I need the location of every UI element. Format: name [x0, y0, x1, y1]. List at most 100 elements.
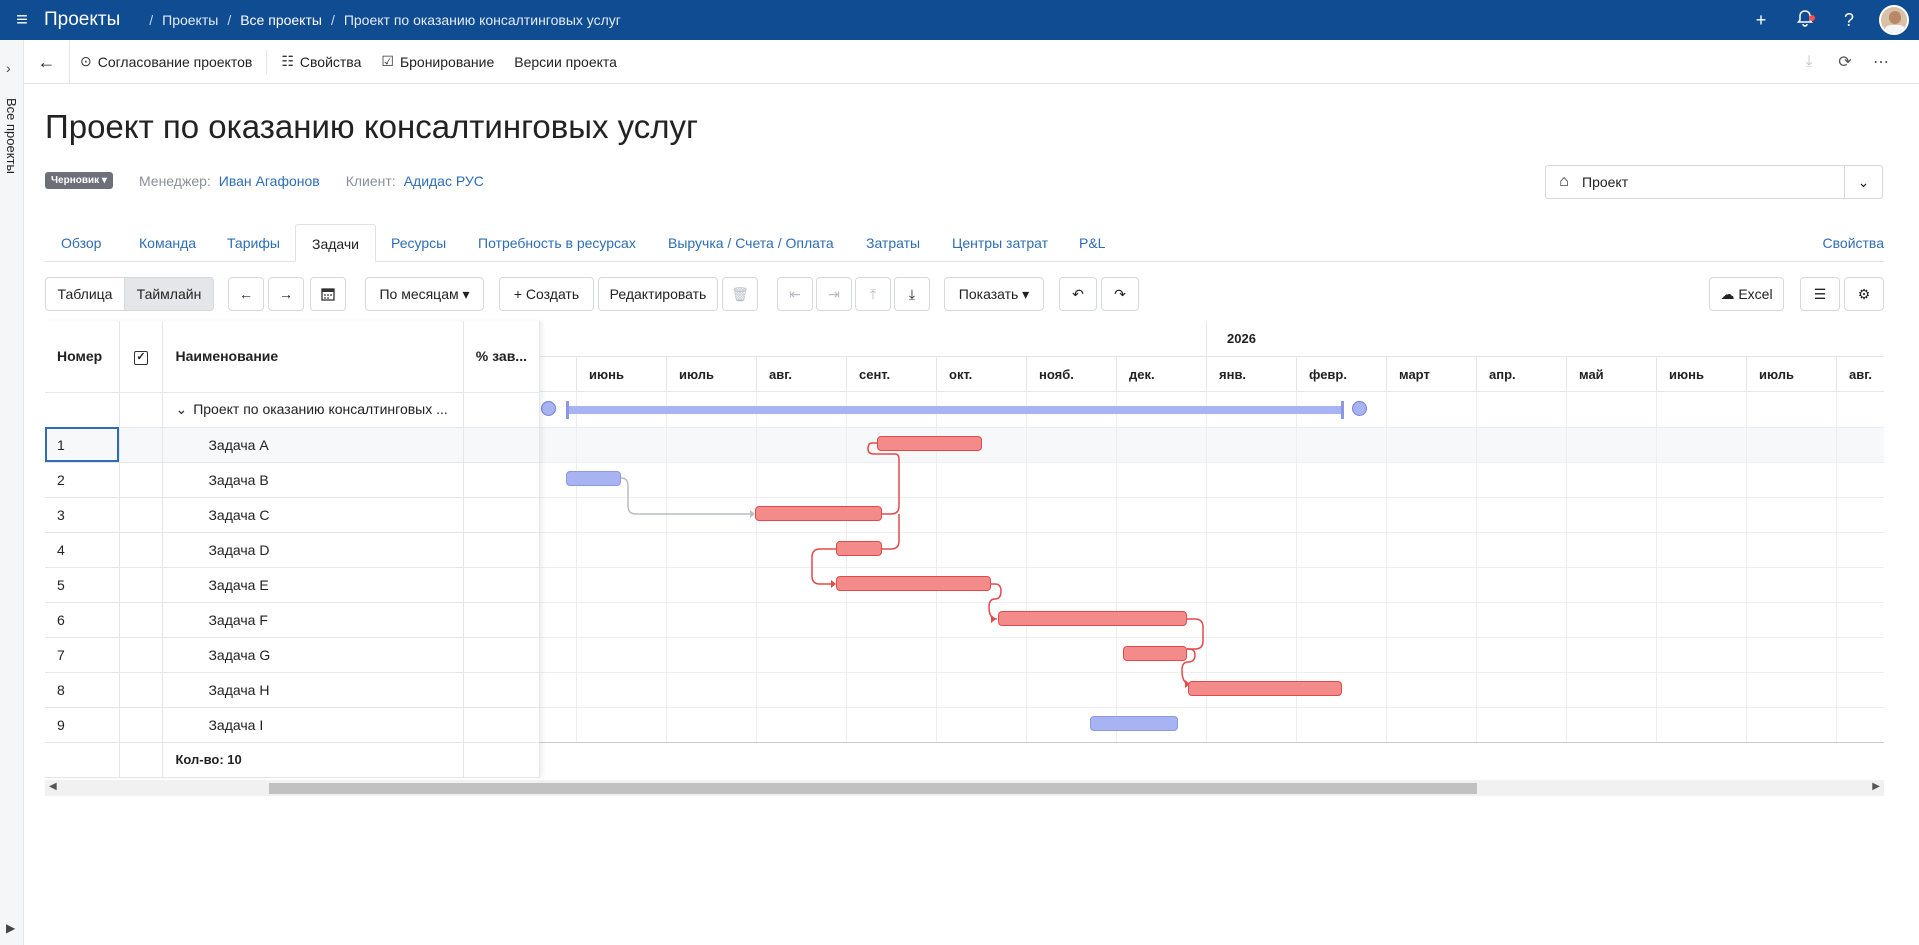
cell-percent[interactable] — [463, 462, 541, 498]
cell-name[interactable]: Задача E — [162, 567, 464, 603]
task-bar-a[interactable] — [877, 436, 982, 451]
tab-revenue[interactable]: Выручка / Счета / Оплата — [652, 224, 850, 262]
cell-name[interactable]: ⌄ Проект по оказанию консалтинговых ... — [162, 392, 464, 428]
column-header-percent[interactable]: % зав... — [463, 321, 541, 393]
column-header-number[interactable]: Номер — [45, 321, 120, 393]
show-dropdown[interactable]: Показать ▾ — [944, 277, 1044, 311]
task-bar-i[interactable] — [1090, 716, 1178, 731]
cell-number[interactable]: 9 — [45, 707, 120, 743]
scale-dropdown[interactable]: По месяцам ▾ — [365, 277, 484, 311]
cell-name[interactable]: Задача F — [162, 602, 464, 638]
edit-button[interactable]: Редактировать — [598, 277, 718, 311]
arrow-right-icon[interactable]: → — [268, 277, 304, 311]
delete-trash-icon[interactable]: 🗑 — [722, 277, 758, 311]
undo-icon[interactable]: ↶ — [1059, 277, 1097, 311]
task-bar-d[interactable] — [836, 541, 882, 556]
cell-select[interactable] — [119, 392, 164, 428]
cell-select[interactable] — [119, 672, 164, 708]
tab-resource-demand[interactable]: Потребность в ресурсах — [462, 224, 652, 262]
tab-resources[interactable]: Ресурсы — [375, 224, 462, 262]
cell-number[interactable]: 2 — [45, 462, 120, 498]
cell-percent[interactable] — [463, 427, 541, 463]
cell-name[interactable]: Задача B — [162, 462, 464, 498]
back-arrow-icon[interactable]: ← — [24, 39, 70, 84]
breadcrumb-all-projects[interactable]: Все проекты — [240, 12, 322, 28]
horizontal-scrollbar[interactable]: ◀ ▶ — [45, 780, 1884, 796]
collapse-arrow-icon[interactable]: ▶ — [6, 921, 15, 935]
cell-number[interactable]: 3 — [45, 497, 120, 533]
scroll-left-arrow-icon[interactable]: ◀ — [49, 781, 57, 792]
cell-select[interactable] — [119, 637, 164, 673]
add-icon[interactable]: + — [1739, 10, 1783, 31]
booking-button[interactable]: ☑ Бронирование — [381, 53, 494, 70]
user-avatar[interactable] — [1879, 5, 1909, 35]
scrollbar-thumb[interactable] — [269, 783, 1477, 794]
tab-pl[interactable]: P&L — [1063, 224, 1121, 262]
tab-cost-centers[interactable]: Центры затрат — [936, 224, 1064, 262]
cell-select[interactable] — [119, 602, 164, 638]
cell-percent[interactable] — [463, 532, 541, 568]
tab-tasks[interactable]: Задачи — [295, 224, 377, 262]
rail-label[interactable]: Все проекты — [4, 98, 19, 174]
cell-number[interactable]: 7 — [45, 637, 120, 673]
cell-select[interactable] — [119, 567, 164, 603]
cell-percent[interactable] — [463, 567, 541, 603]
tab-costs[interactable]: Затраты — [850, 224, 936, 262]
manager-link[interactable]: Иван Агафонов — [219, 173, 320, 189]
cell-percent[interactable] — [463, 637, 541, 673]
cell-name[interactable]: Задача D — [162, 532, 464, 568]
cell-number[interactable]: 8 — [45, 672, 120, 708]
column-header-select[interactable]: ✓ — [119, 321, 164, 393]
cell-select[interactable] — [119, 427, 164, 463]
cell-select[interactable] — [119, 462, 164, 498]
cell-name[interactable]: Задача C — [162, 497, 464, 533]
dependency-link-f-g[interactable] — [1187, 618, 1204, 650]
chevron-down-icon[interactable]: ⌄ — [175, 401, 187, 417]
table-row-summary[interactable]: ⌄ Проект по оказанию консалтинговых ... — [45, 392, 541, 428]
cell-percent[interactable] — [463, 672, 541, 708]
table-row[interactable]: 3 Задача C — [45, 497, 541, 533]
column-header-name[interactable]: Наименование — [162, 321, 464, 393]
table-row[interactable]: 9 Задача I — [45, 707, 541, 743]
outdent-icon[interactable]: ⇤ — [777, 277, 813, 311]
table-row[interactable]: 6 Задача F — [45, 602, 541, 638]
table-row[interactable]: 1 Задача A — [45, 427, 541, 463]
properties-button[interactable]: ☷ Свойства — [281, 53, 361, 70]
cell-percent[interactable] — [463, 392, 541, 428]
checkbox-icon[interactable]: ✓ — [133, 351, 148, 366]
move-down-icon[interactable]: ⤓ — [894, 277, 930, 311]
help-icon[interactable]: ? — [1827, 10, 1871, 31]
scroll-right-arrow-icon[interactable]: ▶ — [1872, 781, 1880, 792]
hamburger-menu-icon[interactable]: ≡ — [0, 9, 44, 32]
columns-settings-icon[interactable]: ☰ — [1800, 277, 1840, 311]
tab-properties[interactable]: Свойства — [1807, 224, 1900, 262]
cell-name[interactable]: Задача G — [162, 637, 464, 673]
app-title[interactable]: Проекты — [44, 9, 120, 31]
cell-percent[interactable] — [463, 602, 541, 638]
table-row[interactable]: 7 Задача G — [45, 637, 541, 673]
cell-name[interactable]: Задача I — [162, 707, 464, 743]
gear-icon[interactable]: ⚙ — [1844, 277, 1884, 311]
redo-icon[interactable]: ↷ — [1101, 277, 1139, 311]
status-badge[interactable]: Черновик ▾ — [45, 172, 113, 189]
dependency-link-c-d[interactable] — [882, 514, 900, 550]
cell-name[interactable]: Задача A — [162, 427, 464, 463]
breadcrumb-projects[interactable]: Проекты — [162, 12, 218, 28]
move-up-icon[interactable]: ⤒ — [855, 277, 891, 311]
task-bar-c[interactable] — [755, 506, 882, 521]
cell-number[interactable]: 6 — [45, 602, 120, 638]
dependency-link-a-c[interactable] — [867, 442, 900, 515]
create-button[interactable]: + Создать — [499, 277, 594, 311]
cell-number[interactable]: 1 — [45, 427, 120, 463]
cell-select[interactable] — [119, 497, 164, 533]
timeline-view-button[interactable]: Таймлайн — [124, 277, 214, 311]
indent-icon[interactable]: ⇥ — [816, 277, 852, 311]
cell-name[interactable]: Задача H — [162, 672, 464, 708]
tab-overview[interactable]: Обзор — [45, 224, 117, 262]
dependency-link-d-e[interactable] — [811, 548, 836, 585]
arrow-left-icon[interactable]: ← — [228, 277, 264, 311]
cell-number[interactable]: 5 — [45, 567, 120, 603]
refresh-icon[interactable]: ⟳ — [1827, 52, 1863, 72]
table-row[interactable]: 5 Задача E — [45, 567, 541, 603]
expand-rail-chevron-icon[interactable]: › — [6, 60, 11, 76]
